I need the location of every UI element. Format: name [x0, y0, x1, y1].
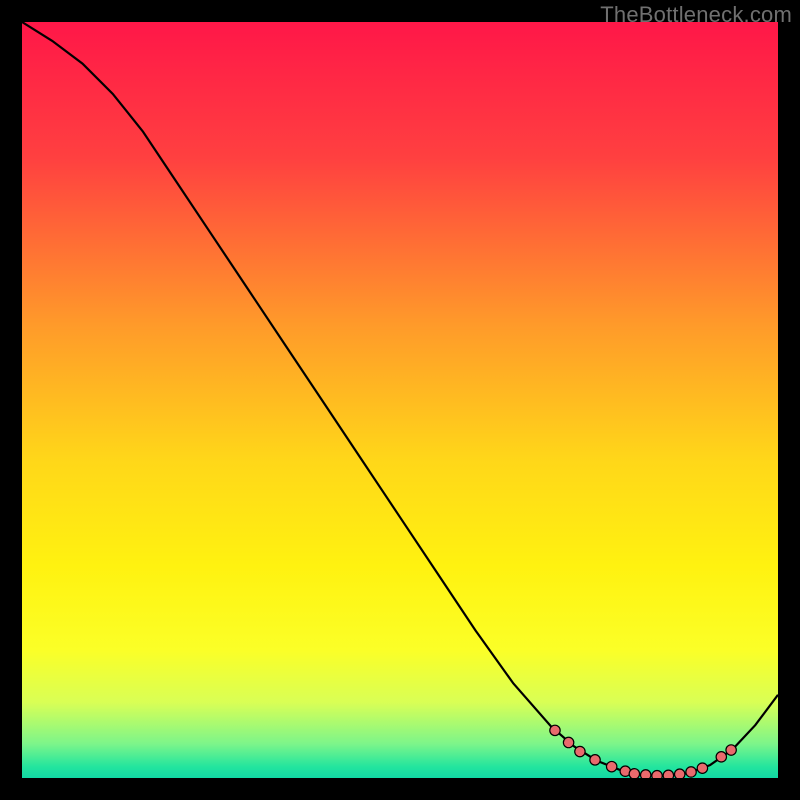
data-marker	[652, 771, 662, 778]
data-marker	[697, 763, 707, 773]
chart-frame: TheBottleneck.com	[0, 0, 800, 800]
data-marker	[606, 761, 616, 771]
data-marker	[563, 737, 573, 747]
gradient-background	[22, 22, 778, 778]
data-marker	[575, 746, 585, 756]
data-marker	[550, 725, 560, 735]
data-marker	[663, 770, 673, 778]
data-marker	[629, 769, 639, 778]
data-marker	[726, 745, 736, 755]
data-marker	[716, 752, 726, 762]
data-marker	[590, 755, 600, 765]
plot-area	[22, 22, 778, 778]
data-marker	[641, 770, 651, 778]
chart-svg	[22, 22, 778, 778]
data-marker	[686, 767, 696, 777]
watermark-label: TheBottleneck.com	[600, 2, 792, 28]
data-marker	[675, 769, 685, 778]
